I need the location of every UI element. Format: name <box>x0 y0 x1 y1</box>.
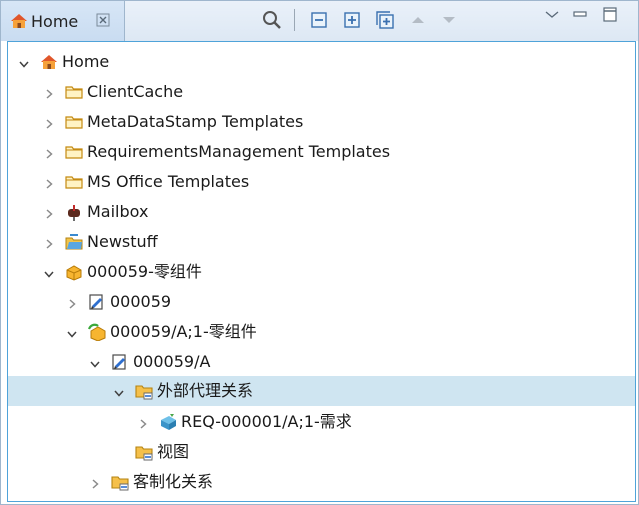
chevron-right-icon[interactable] <box>43 86 55 99</box>
expand-all-icon[interactable] <box>373 8 397 32</box>
chevron-right-icon[interactable] <box>43 116 55 129</box>
requirement-icon <box>159 413 177 431</box>
chevron-down-icon[interactable] <box>43 266 55 278</box>
tree-node-label: 000059/A <box>133 352 211 371</box>
tree-node-label: Home <box>62 52 110 71</box>
chevron-down-icon[interactable] <box>89 356 101 368</box>
arrow-up-icon[interactable] <box>406 8 430 32</box>
chevron-right-icon[interactable] <box>43 236 55 249</box>
home-icon <box>10 12 28 30</box>
tree-node[interactable]: 000059-零组件 <box>8 257 635 287</box>
expand-icon[interactable] <box>340 8 364 32</box>
tree-node-label: 000059-零组件 <box>87 262 202 281</box>
tree-node-label: 视图 <box>157 442 190 461</box>
item-revision-icon <box>87 323 106 342</box>
chevron-down-icon[interactable] <box>66 326 78 338</box>
home-view-panel: Home Home ClientCache MetaDataStamp Temp… <box>0 0 639 505</box>
folder-icon <box>65 143 83 161</box>
toolbar-separator <box>294 9 295 31</box>
tree-node-label: REQ-000001/A;1-需求 <box>181 412 352 431</box>
chevron-right-icon[interactable] <box>137 416 149 429</box>
chevron-down-icon[interactable] <box>113 385 125 397</box>
relation-folder-icon <box>135 443 153 461</box>
mailbox-icon <box>65 203 83 221</box>
close-tab-icon[interactable] <box>95 12 111 28</box>
tree-node-label: ClientCache <box>87 82 184 101</box>
tree-node-label: Mailbox <box>87 202 149 221</box>
tree-node[interactable]: ClientCache <box>8 77 635 107</box>
chevron-right-icon[interactable] <box>66 296 78 309</box>
arrow-down-icon[interactable] <box>437 8 461 32</box>
tab-home[interactable]: Home <box>1 1 125 41</box>
tree-node-label: 000059/A;1-零组件 <box>110 322 257 341</box>
chevron-down-icon[interactable] <box>18 56 30 68</box>
tree-node-label: 外部代理关系 <box>157 381 254 400</box>
tree-node[interactable]: 外部代理关系 <box>8 376 635 406</box>
item-master-icon <box>111 353 129 371</box>
tree-node[interactable]: Newstuff <box>8 227 635 257</box>
minimize-icon[interactable] <box>568 3 592 27</box>
folder-icon <box>65 83 83 101</box>
chevron-right-icon[interactable] <box>43 206 55 219</box>
view-menu-icon[interactable] <box>540 3 564 27</box>
home-icon <box>40 53 58 71</box>
tree-view[interactable]: Home ClientCache MetaDataStamp Templates Re… <box>7 41 636 502</box>
folder-icon <box>65 113 83 131</box>
tree-node-label: RequirementsManagement Templates <box>87 142 391 161</box>
tree-node-label: MS Office Templates <box>87 172 250 191</box>
tab-label: Home <box>31 12 79 31</box>
tree-node[interactable]: 000059 <box>8 287 635 317</box>
tree-node[interactable]: MS Office Templates <box>8 167 635 197</box>
tree-node-label: MetaDataStamp Templates <box>87 112 304 131</box>
tree-node[interactable]: Home <box>8 47 635 77</box>
chevron-right-icon[interactable] <box>43 146 55 159</box>
tree-node[interactable]: MetaDataStamp Templates <box>8 107 635 137</box>
maximize-icon[interactable] <box>598 3 622 27</box>
folder-icon <box>65 173 83 191</box>
relation-folder-icon <box>135 382 153 400</box>
item-master-icon <box>88 293 106 311</box>
tree-node[interactable]: RequirementsManagement Templates <box>8 137 635 167</box>
search-icon[interactable] <box>260 8 284 32</box>
tree-node[interactable]: REQ-000001/A;1-需求 <box>8 407 635 437</box>
tree-node-label: 客制化关系 <box>133 472 214 491</box>
item-icon <box>65 263 83 281</box>
tree-node-label: Newstuff <box>87 232 158 251</box>
chevron-right-icon[interactable] <box>89 476 101 489</box>
tree-node[interactable]: 000059/A;1-零组件 <box>8 317 635 347</box>
tree-node[interactable]: 000059/A <box>8 347 635 377</box>
tree-node-label: 000059 <box>110 292 172 311</box>
tree-node[interactable]: Mailbox <box>8 197 635 227</box>
relation-folder-icon <box>111 473 129 491</box>
view-toolbar: Home <box>1 1 638 41</box>
chevron-right-icon[interactable] <box>43 176 55 189</box>
tree-node[interactable]: 视图 <box>8 437 635 467</box>
tree-node[interactable]: 客制化关系 <box>8 467 635 497</box>
newstuff-folder-icon <box>65 233 83 251</box>
collapse-all-icon[interactable] <box>307 8 331 32</box>
